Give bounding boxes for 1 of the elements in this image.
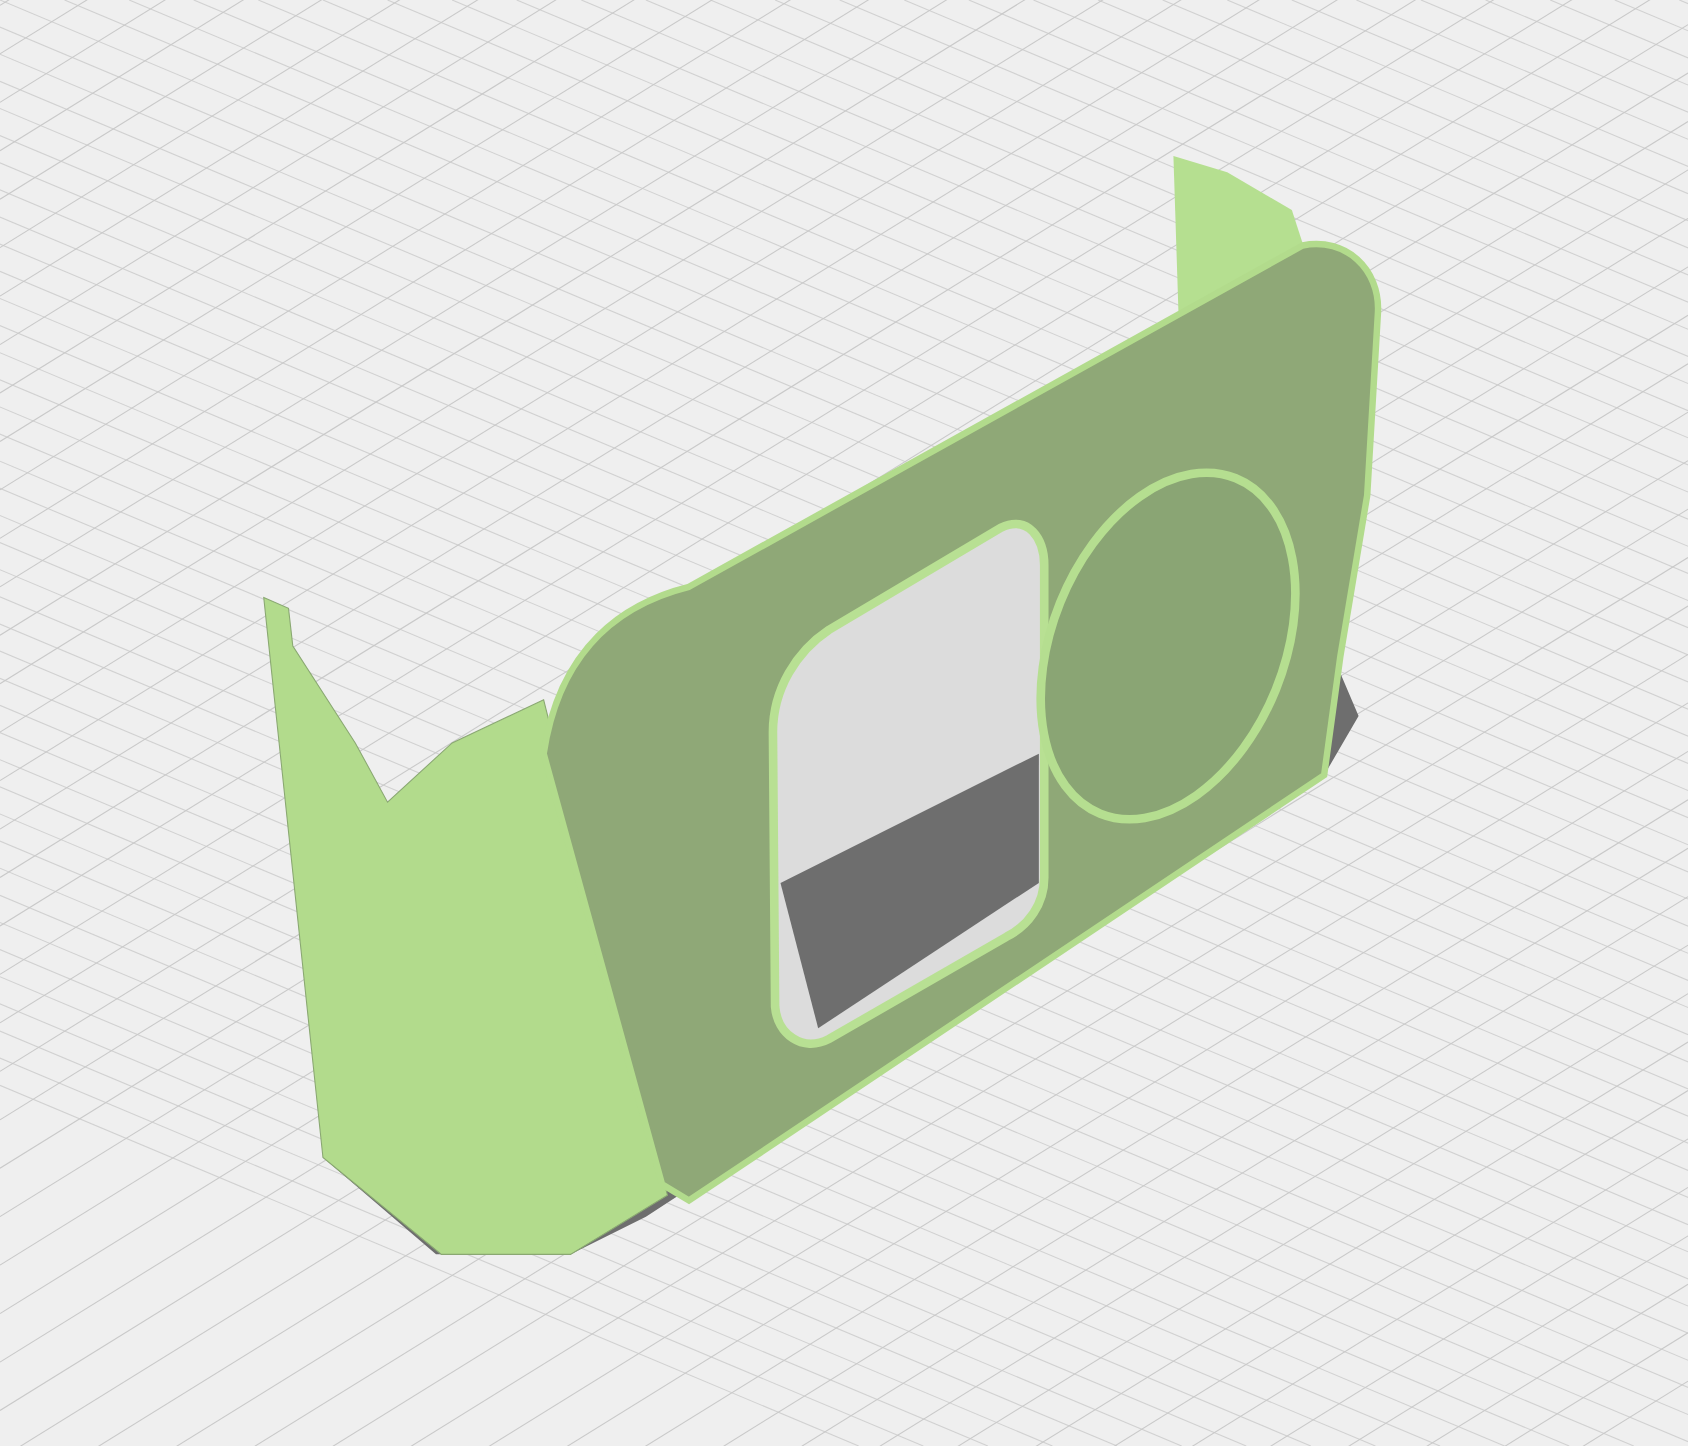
3d-model-drawing[interactable] (263, 156, 1382, 1255)
